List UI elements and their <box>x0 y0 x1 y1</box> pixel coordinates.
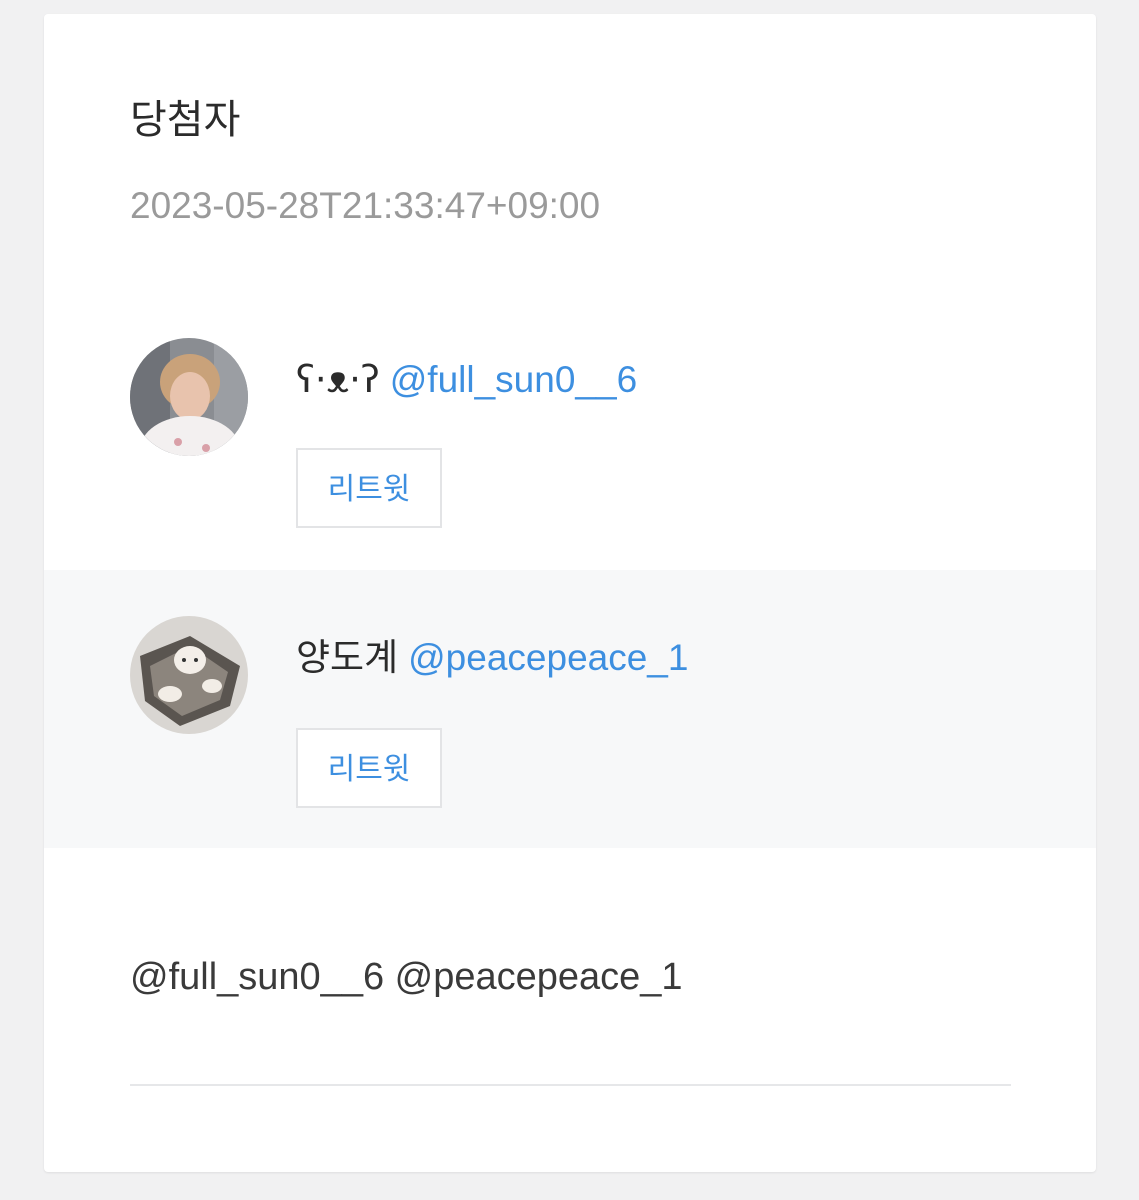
profile-photo-person-icon <box>130 338 248 456</box>
winner-display-name: 양도계 <box>296 636 399 679</box>
retweet-button[interactable]: 리트윗 <box>296 448 442 528</box>
winner-display-name: ʕ·ᴥ·ʔ <box>296 358 380 401</box>
winners-card: 당첨자 2023-05-28T21:33:47+09:00 ʕ·ᴥ·ʔ @full… <box>44 14 1096 1172</box>
winner-row: 양도계 @peacepeace_1 리트윗 <box>44 570 1096 848</box>
profile-photo-plush-doll-icon <box>130 616 248 734</box>
retweet-button[interactable]: 리트윗 <box>296 728 442 808</box>
mentions-text: @full_sun0__6 @peacepeace_1 <box>130 956 683 998</box>
winner-name-line: ʕ·ᴥ·ʔ @full_sun0__6 <box>296 356 637 404</box>
divider <box>130 1084 1011 1086</box>
winner-handle-link[interactable]: @peacepeace_1 <box>408 637 688 678</box>
draw-timestamp: 2023-05-28T21:33:47+09:00 <box>130 185 601 226</box>
avatar[interactable] <box>130 338 248 456</box>
avatar[interactable] <box>130 616 248 734</box>
winner-handle-link[interactable]: @full_sun0__6 <box>390 359 637 400</box>
winner-name-line: 양도계 @peacepeace_1 <box>296 634 688 682</box>
card-title: 당첨자 <box>130 97 241 143</box>
winner-row: ʕ·ᴥ·ʔ @full_sun0__6 리트윗 <box>44 292 1096 570</box>
